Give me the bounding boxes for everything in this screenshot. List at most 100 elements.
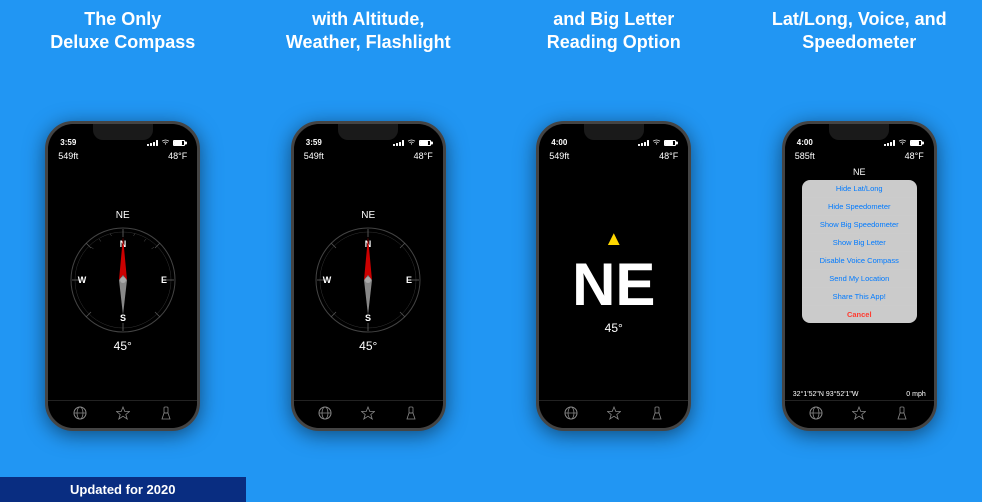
phone-3-bottom-bar (539, 400, 688, 428)
signal-icon (147, 140, 158, 146)
phone-4-gps: 32°1'52"N 93°52'1"W (793, 391, 859, 398)
phone-3-screen: 4:00 (539, 124, 688, 428)
wifi-icon-4 (898, 139, 907, 146)
phone-4-altitude: 585ft (795, 151, 815, 161)
phone-2-status-icons (393, 139, 431, 146)
phone-3-arrow: ▲ (604, 228, 624, 251)
phone-4-screen: 4:00 (785, 124, 934, 428)
wifi-icon (161, 139, 170, 146)
menu-item-send-location: Send My Location (802, 270, 917, 288)
phone-2-time: 3:59 (306, 138, 322, 147)
phone-3-status-icons (638, 139, 676, 146)
phone-4-bottom-bar (785, 400, 934, 428)
phone-3-altitude: 549ft (549, 151, 569, 161)
phone-4-gps-bar: 32°1'52"N 93°52'1"W 0 mph (785, 389, 934, 400)
menu-item-disable-voice: Disable Voice Compass (802, 252, 917, 270)
wifi-icon-2 (407, 139, 416, 146)
phone-1-info-bar: 549ft 48°F (48, 149, 197, 163)
panel-3-header: and Big LetterReading Option (537, 0, 691, 80)
wifi-icon-3 (652, 139, 661, 146)
globe-icon-2 (318, 406, 332, 420)
phone-4-direction: NE (853, 167, 866, 177)
phone-2-compass-area: NE N (294, 163, 443, 400)
phone-3: 4:00 (536, 121, 691, 431)
phone-1-time: 3:59 (60, 138, 76, 147)
phone-3-info-bar: 549ft 48°F (539, 149, 688, 163)
phone-2-info-bar: 549ft 48°F (294, 149, 443, 163)
context-menu: Hide Lat/Long Hide Speedometer Show Big … (802, 180, 917, 323)
phone-1-status-icons (147, 139, 185, 146)
phone-2-degrees: 45° (359, 339, 377, 353)
phone-2: 3:59 (291, 121, 446, 431)
menu-item-share-app: Share This App! (802, 288, 917, 306)
battery-icon-2 (419, 140, 431, 146)
phone-1-compass-area: NE (48, 163, 197, 400)
signal-icon-4 (884, 140, 895, 146)
flashlight-icon-4 (895, 406, 909, 420)
battery-icon-4 (910, 140, 922, 146)
compass-1-svg: N S W E (68, 225, 178, 335)
phone-3-degrees: 45° (605, 321, 623, 335)
star-icon-2 (361, 406, 375, 420)
phone-4-notch (829, 124, 889, 140)
phone-1-notch (93, 124, 153, 140)
panel-2-phone-container: 3:59 (246, 80, 492, 502)
phone-1-degrees: 45° (114, 339, 132, 353)
phone-1-altitude: 549ft (58, 151, 78, 161)
menu-item-hide-lat-long: Hide Lat/Long (802, 180, 917, 198)
phone-3-big-letter: NE (572, 255, 655, 315)
signal-icon-2 (393, 140, 404, 146)
globe-icon-3 (564, 406, 578, 420)
phone-3-notch (584, 124, 644, 140)
flashlight-icon-2 (404, 406, 418, 420)
phone-1-screen: 3:59 (48, 124, 197, 428)
svg-text:E: E (161, 275, 167, 285)
star-icon-4 (852, 406, 866, 420)
panel-2-header: with Altitude,Weather, Flashlight (276, 0, 461, 80)
compass-2-svg: N S W E (313, 225, 423, 335)
battery-icon-3 (664, 140, 676, 146)
svg-text:W: W (323, 275, 332, 285)
panel-3-phone-container: 4:00 (491, 80, 737, 502)
panel-4-header: Lat/Long, Voice, andSpeedometer (762, 0, 957, 80)
phone-4-speed: 0 mph (906, 391, 925, 398)
menu-item-hide-speedometer: Hide Speedometer (802, 198, 917, 216)
phone-1-direction: NE (116, 210, 130, 221)
phone-1: 3:59 (45, 121, 200, 431)
phone-3-big-letter-area: ▲ NE 45° (539, 163, 688, 400)
panel-1-header: The OnlyDeluxe Compass (40, 0, 205, 80)
phone-4-info-bar: 585ft 48°F (785, 149, 934, 163)
star-icon-3 (607, 406, 621, 420)
svg-text:W: W (78, 275, 87, 285)
battery-icon (173, 140, 185, 146)
phone-2-altitude: 549ft (304, 151, 324, 161)
phone-4-menu-area: NE Hide Lat/Long Hide Speedometer Show B… (785, 163, 934, 389)
phone-3-time: 4:00 (551, 138, 567, 147)
phone-4-status-icons (884, 139, 922, 146)
panel-4-phone-container: 4:00 (737, 80, 982, 502)
menu-item-show-big-letter: Show Big Letter (802, 234, 917, 252)
phone-4-time: 4:00 (797, 138, 813, 147)
menu-item-cancel: Cancel (802, 306, 917, 323)
phone-1-temp: 48°F (168, 151, 187, 161)
phone-2-notch (338, 124, 398, 140)
panel-2: with Altitude,Weather, Flashlight 3:59 (246, 0, 492, 502)
phone-2-direction: NE (361, 210, 375, 221)
svg-text:E: E (406, 275, 412, 285)
panel-3: and Big LetterReading Option 4:00 (491, 0, 737, 502)
phone-1-bottom-bar (48, 400, 197, 428)
flashlight-icon-1 (159, 406, 173, 420)
signal-icon-3 (638, 140, 649, 146)
globe-icon-4 (809, 406, 823, 420)
panel-1: The OnlyDeluxe Compass 3:59 (0, 0, 246, 502)
menu-item-show-big-speedometer: Show Big Speedometer (802, 216, 917, 234)
star-icon-1 (116, 406, 130, 420)
phone-2-screen: 3:59 (294, 124, 443, 428)
flashlight-icon-3 (650, 406, 664, 420)
phone-2-bottom-bar (294, 400, 443, 428)
phone-4-temp: 48°F (905, 151, 924, 161)
globe-icon-1 (73, 406, 87, 420)
phone-4: 4:00 (782, 121, 937, 431)
phone-3-temp: 48°F (659, 151, 678, 161)
phone-2-temp: 48°F (414, 151, 433, 161)
